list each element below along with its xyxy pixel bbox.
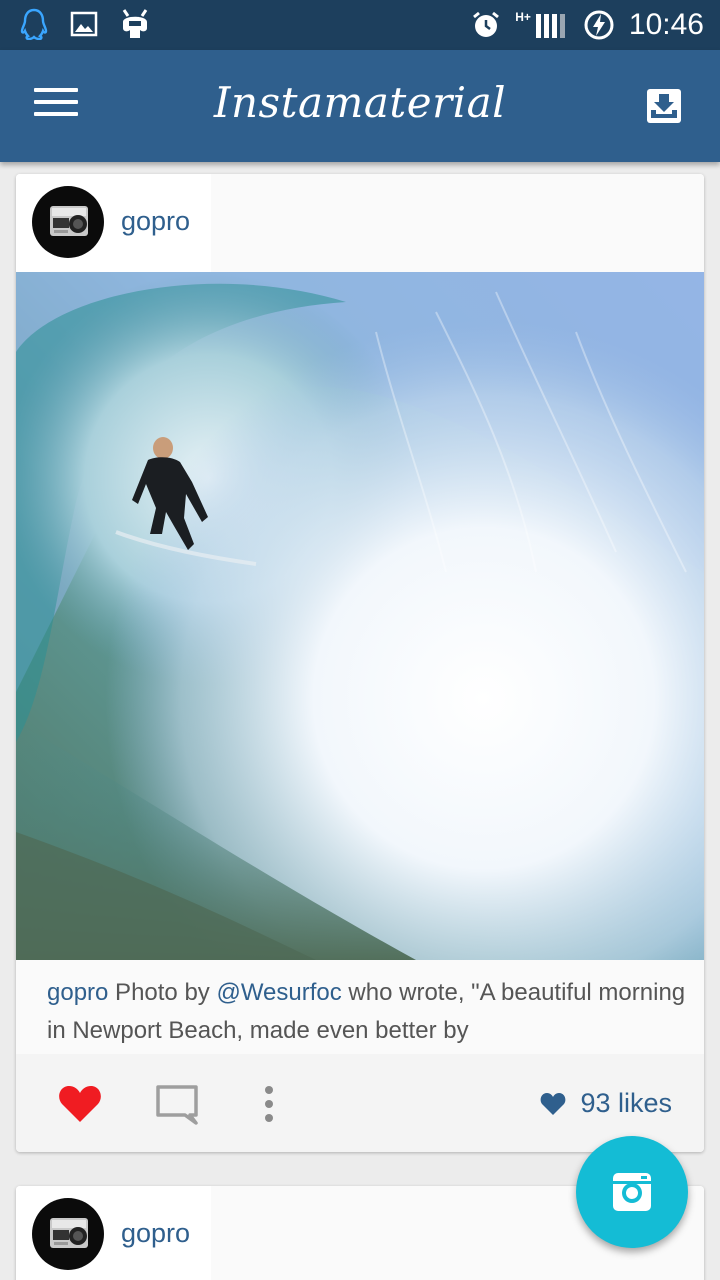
qq-icon xyxy=(20,8,48,40)
likes-counter[interactable]: 93 likes xyxy=(540,1088,672,1119)
inbox-download-icon[interactable] xyxy=(646,88,682,124)
caption-text: Photo by xyxy=(108,979,217,1006)
likes-count: 93 likes xyxy=(580,1088,672,1118)
network-type: H+ xyxy=(515,10,531,24)
battery-charging-icon xyxy=(584,10,614,40)
signal-icon xyxy=(535,14,565,38)
avatar[interactable] xyxy=(32,1198,104,1270)
clock: 10:46 xyxy=(628,8,704,41)
likes-heart-icon xyxy=(541,1092,566,1115)
post-header: gopro xyxy=(16,174,704,272)
post-caption: gopro Photo by @Wesurfoc who wrote, "A b… xyxy=(47,974,687,1054)
post-actions: 93 likes xyxy=(16,1054,704,1152)
alarm-icon xyxy=(473,11,500,37)
status-bar: H+ 10:46 xyxy=(0,0,720,50)
feed-post: gopro xyxy=(16,174,704,1152)
more-options-icon[interactable] xyxy=(263,1084,275,1124)
caption-username[interactable]: gopro xyxy=(47,979,108,1006)
camera-icon xyxy=(613,1173,651,1211)
heart-icon[interactable] xyxy=(58,1084,102,1124)
app-title: Instamaterial xyxy=(213,78,507,127)
avatar[interactable] xyxy=(32,186,104,258)
cyanogen-icon xyxy=(122,9,148,38)
gallery-icon xyxy=(70,11,98,37)
post-username[interactable]: gopro xyxy=(121,1218,190,1249)
post-photo[interactable] xyxy=(16,272,704,960)
comment-icon[interactable] xyxy=(155,1084,199,1126)
caption-mention[interactable]: @Wesurfoc xyxy=(216,979,341,1006)
app-bar: Instamaterial xyxy=(0,50,720,162)
post-username[interactable]: gopro xyxy=(121,206,190,237)
camera-fab-button[interactable] xyxy=(576,1136,688,1248)
